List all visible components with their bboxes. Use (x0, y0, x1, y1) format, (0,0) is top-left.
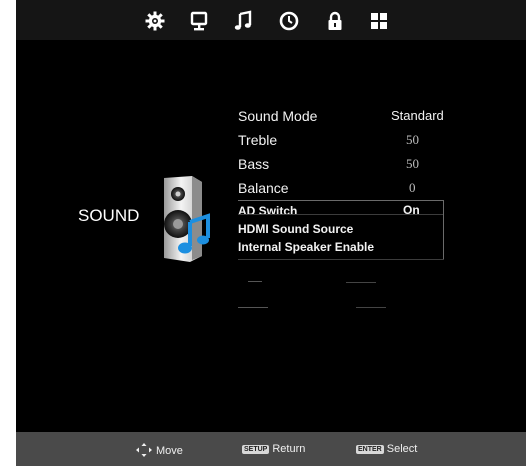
menu-item-label: Balance (238, 180, 289, 196)
menu-item-label: Internal Speaker Enable (238, 240, 375, 254)
picture-settings-icon (145, 11, 165, 31)
tab-picture[interactable] (144, 10, 166, 32)
tab-time[interactable] (278, 10, 300, 32)
tv-osd-screen: SOUND Sound Mode Standard Treble 50 Bass… (16, 0, 526, 466)
menu-item-balance[interactable]: Balance 0 (238, 180, 448, 200)
menu-item-label: HDMI Sound Source (238, 222, 354, 236)
hint-select-label: Select (386, 443, 418, 455)
grid-icon (371, 13, 387, 29)
menu-item-sound-mode[interactable]: Sound Mode Standard (238, 108, 448, 128)
divider (238, 307, 268, 308)
tab-screen[interactable] (188, 10, 210, 32)
divider (238, 214, 444, 215)
footer-bar: Move SETUP Return ENTER Select (16, 432, 526, 466)
hint-select: ENTER Select (356, 443, 417, 455)
monitor-icon (190, 11, 208, 31)
divider (238, 200, 444, 201)
section-title: SOUND (78, 206, 140, 225)
divider (248, 281, 262, 282)
dpad-arrows-icon (136, 443, 152, 457)
menu-item-value: 50 (406, 156, 419, 171)
menu-item-label: Treble (238, 132, 278, 148)
enter-key-icon: ENTER (356, 445, 384, 454)
menu-item-treble[interactable]: Treble 50 (238, 132, 448, 152)
menu-item-bass[interactable]: Bass 50 (238, 156, 448, 176)
divider (238, 259, 444, 260)
tab-sound[interactable] (232, 10, 254, 32)
hint-move: Move (136, 443, 183, 457)
menu-item-internal-speaker-enable[interactable]: Internal Speaker Enable (238, 240, 448, 260)
clock-icon (279, 11, 299, 31)
menu-item-value: 0 (409, 180, 416, 195)
divider (356, 307, 386, 308)
menu-item-label: Sound Mode (238, 108, 318, 124)
music-note-icon (234, 10, 252, 30)
lock-icon (328, 11, 342, 30)
menu-item-label: Bass (238, 156, 270, 172)
menu-item-value: Standard (391, 108, 444, 123)
tab-setup[interactable] (368, 10, 390, 32)
setup-key-icon: SETUP (242, 445, 270, 454)
tab-lock[interactable] (324, 10, 346, 32)
speaker-music-icon (164, 176, 210, 262)
menu-item-hdmi-sound-source[interactable]: HDMI Sound Source (238, 222, 448, 242)
hint-return: SETUP Return (242, 443, 305, 455)
hint-move-label: Move (156, 445, 183, 457)
divider (346, 282, 376, 283)
menu-tab-bar (16, 0, 526, 40)
divider (443, 200, 444, 260)
menu-item-label: AD Switch (238, 204, 298, 218)
menu-item-value: 50 (406, 132, 419, 147)
hint-return-label: Return (272, 443, 306, 455)
